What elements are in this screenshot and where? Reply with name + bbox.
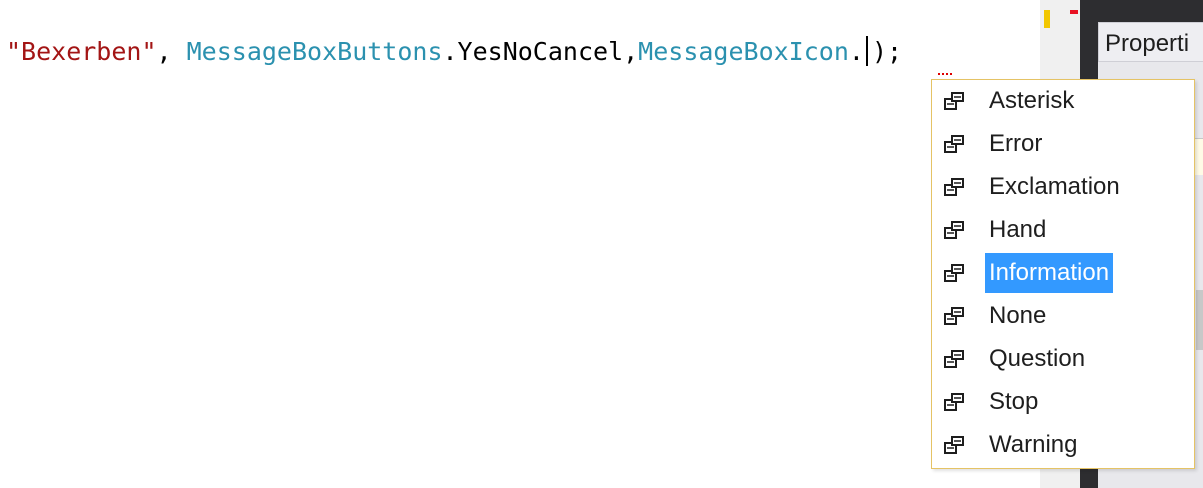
enum-member-icon bbox=[944, 178, 964, 196]
completion-item-label: Hand bbox=[989, 216, 1047, 243]
properties-panel-scrollbar[interactable] bbox=[1196, 290, 1203, 350]
completion-item-asterisk[interactable]: Asterisk bbox=[935, 81, 1191, 121]
member-access-yesnocancel: .YesNoCancel, bbox=[442, 37, 639, 66]
completion-item-hand[interactable]: Hand bbox=[935, 210, 1191, 250]
completion-item-error[interactable]: Error bbox=[935, 124, 1191, 164]
enum-member-icon bbox=[944, 393, 964, 411]
scroll-change-marker bbox=[1044, 10, 1050, 28]
type-name-messageboxicon: MessageBoxIcon bbox=[638, 37, 849, 66]
code-editor[interactable]: "Bexerben", MessageBoxButtons.YesNoCance… bbox=[0, 0, 1040, 488]
code-separator: , bbox=[156, 37, 187, 66]
completion-item-question[interactable]: Question bbox=[935, 339, 1191, 379]
completion-item-none[interactable]: None bbox=[935, 296, 1191, 336]
completion-item-label: Warning bbox=[989, 431, 1078, 458]
enum-member-icon bbox=[944, 264, 964, 282]
text-caret bbox=[865, 36, 868, 66]
completion-item-label: Stop bbox=[989, 388, 1039, 415]
enum-member-icon bbox=[944, 135, 964, 153]
properties-panel-title[interactable]: Properti bbox=[1098, 22, 1203, 62]
completion-item-label: Question bbox=[989, 345, 1086, 372]
enum-member-icon bbox=[944, 307, 964, 325]
completion-item-warning[interactable]: Warning bbox=[935, 425, 1191, 465]
completion-item-exclamation[interactable]: Exclamation bbox=[935, 167, 1191, 207]
string-literal: "Bexerben" bbox=[6, 37, 157, 66]
type-name-messageboxbuttons: MessageBoxButtons bbox=[186, 37, 443, 66]
completion-item-label: Asterisk bbox=[989, 87, 1075, 114]
closing-paren: ); bbox=[871, 37, 903, 66]
error-squiggle bbox=[938, 69, 952, 75]
completion-item-information[interactable]: Information bbox=[935, 253, 1191, 293]
code-line[interactable]: "Bexerben", MessageBoxButtons.YesNoCance… bbox=[6, 32, 902, 72]
completion-item-label: Information bbox=[985, 253, 1114, 293]
completion-item-label: Exclamation bbox=[989, 173, 1120, 200]
scroll-error-marker bbox=[1070, 10, 1078, 14]
enum-member-icon bbox=[944, 221, 964, 239]
enum-member-icon bbox=[944, 350, 964, 368]
completion-item-label: None bbox=[989, 302, 1047, 329]
completion-item-label: Error bbox=[989, 130, 1043, 157]
intellisense-completion-list[interactable]: Asterisk Error Exclamation Hand Informat… bbox=[931, 79, 1195, 469]
enum-member-icon bbox=[944, 92, 964, 110]
completion-item-stop[interactable]: Stop bbox=[935, 382, 1191, 422]
enum-member-icon bbox=[944, 436, 964, 454]
member-access-dot: . bbox=[848, 37, 864, 66]
